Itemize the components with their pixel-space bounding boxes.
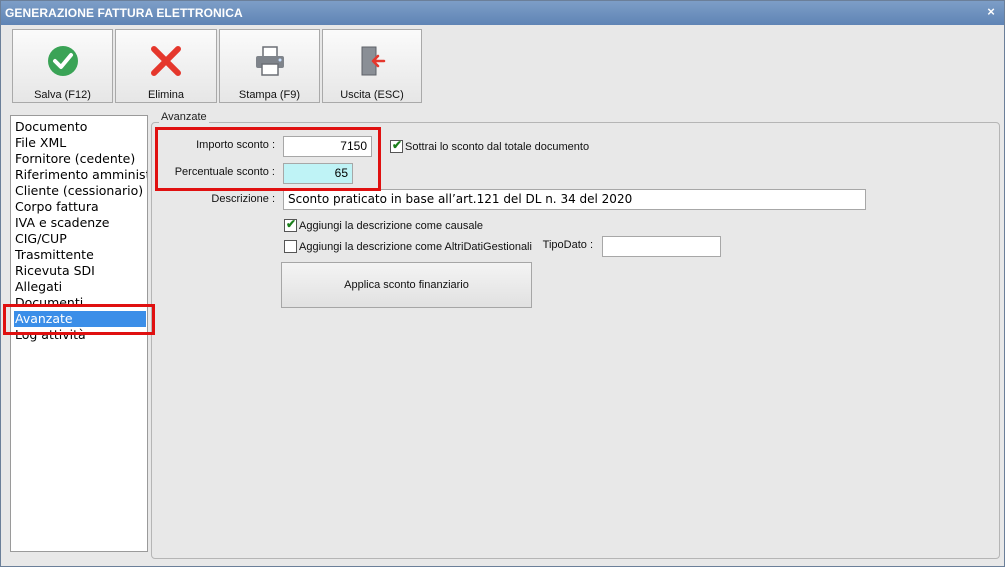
print-button[interactable]: Stampa (F9) bbox=[219, 29, 320, 103]
nav-item-log-attivita[interactable]: Log attività bbox=[14, 327, 147, 343]
nav-item-documenti[interactable]: Documenti bbox=[14, 295, 147, 311]
tipo-dato-input[interactable] bbox=[602, 236, 721, 257]
nav-item-cig-cup[interactable]: CIG/CUP bbox=[14, 231, 147, 247]
tipo-dato-label: TipoDato : bbox=[542, 239, 593, 251]
nav-item-avanzate[interactable]: Avanzate bbox=[14, 311, 146, 327]
advanced-groupbox bbox=[151, 122, 1000, 559]
subtract-discount-label[interactable]: Sottrai lo sconto dal totale documento bbox=[405, 141, 589, 153]
nav-item-iva-scadenze[interactable]: IVA e scadenze bbox=[14, 215, 147, 231]
nav-item-cliente[interactable]: Cliente (cessionario) bbox=[14, 183, 147, 199]
subtract-discount-checkbox[interactable]: ✔ bbox=[390, 138, 403, 153]
nav-item-allegati[interactable]: Allegati bbox=[14, 279, 147, 295]
nav-item-documento[interactable]: Documento bbox=[14, 119, 147, 135]
delete-button[interactable]: Elimina bbox=[115, 29, 217, 103]
add-altri-dati-checkbox[interactable] bbox=[284, 240, 297, 253]
add-causale-checkbox[interactable]: ✔ bbox=[284, 217, 297, 232]
add-causale-label[interactable]: Aggiungi la descrizione come causale bbox=[299, 220, 483, 232]
exit-button-label: Uscita (ESC) bbox=[340, 89, 404, 101]
checkmark-icon bbox=[47, 46, 78, 76]
discount-amount-input[interactable]: 7150 bbox=[283, 136, 372, 157]
add-altri-dati-label[interactable]: Aggiungi la descrizione come AltriDatiGe… bbox=[299, 241, 532, 253]
checkmark-icon: ✔ bbox=[392, 138, 403, 152]
window-title: GENERAZIONE FATTURA ELETTRONICA bbox=[5, 6, 243, 20]
discount-percent-input[interactable]: 65 bbox=[283, 163, 353, 184]
nav-item-riferimento-amministrativo[interactable]: Riferimento amministrativo bbox=[14, 167, 147, 183]
discount-amount-label: Importo sconto : bbox=[196, 139, 275, 151]
description-input[interactable]: Sconto praticato in base all’art.121 del… bbox=[283, 189, 866, 210]
apply-discount-button[interactable]: Applica sconto finanziario bbox=[281, 262, 532, 308]
save-button-label: Salva (F12) bbox=[34, 89, 91, 101]
section-list[interactable]: Documento File XML Fornitore (cedente) R… bbox=[10, 115, 148, 552]
delete-x-icon bbox=[151, 46, 181, 76]
delete-button-label: Elimina bbox=[147, 89, 185, 101]
nav-item-file-xml[interactable]: File XML bbox=[14, 135, 147, 151]
nav-item-fornitore[interactable]: Fornitore (cedente) bbox=[14, 151, 147, 167]
save-button[interactable]: Salva (F12) bbox=[12, 29, 113, 103]
close-icon[interactable]: × bbox=[984, 4, 998, 20]
discount-percent-label: Percentuale sconto : bbox=[174, 166, 275, 178]
print-button-label: Stampa (F9) bbox=[238, 89, 301, 101]
invoice-window: GENERAZIONE FATTURA ELETTRONICA × Salva … bbox=[0, 0, 1005, 567]
description-label: Descrizione : bbox=[211, 193, 275, 205]
nav-item-corpo-fattura[interactable]: Corpo fattura bbox=[14, 199, 147, 215]
printer-icon bbox=[255, 46, 284, 76]
checkmark-icon: ✔ bbox=[286, 217, 297, 231]
title-bar[interactable]: GENERAZIONE FATTURA ELETTRONICA × bbox=[1, 1, 1004, 25]
advanced-group-title: Avanzate bbox=[159, 111, 209, 123]
exit-button[interactable]: Uscita (ESC) bbox=[322, 29, 422, 103]
nav-item-ricevuta-sdi[interactable]: Ricevuta SDI bbox=[14, 263, 147, 279]
nav-item-trasmittente[interactable]: Trasmittente bbox=[14, 247, 147, 263]
exit-door-icon bbox=[361, 46, 386, 76]
